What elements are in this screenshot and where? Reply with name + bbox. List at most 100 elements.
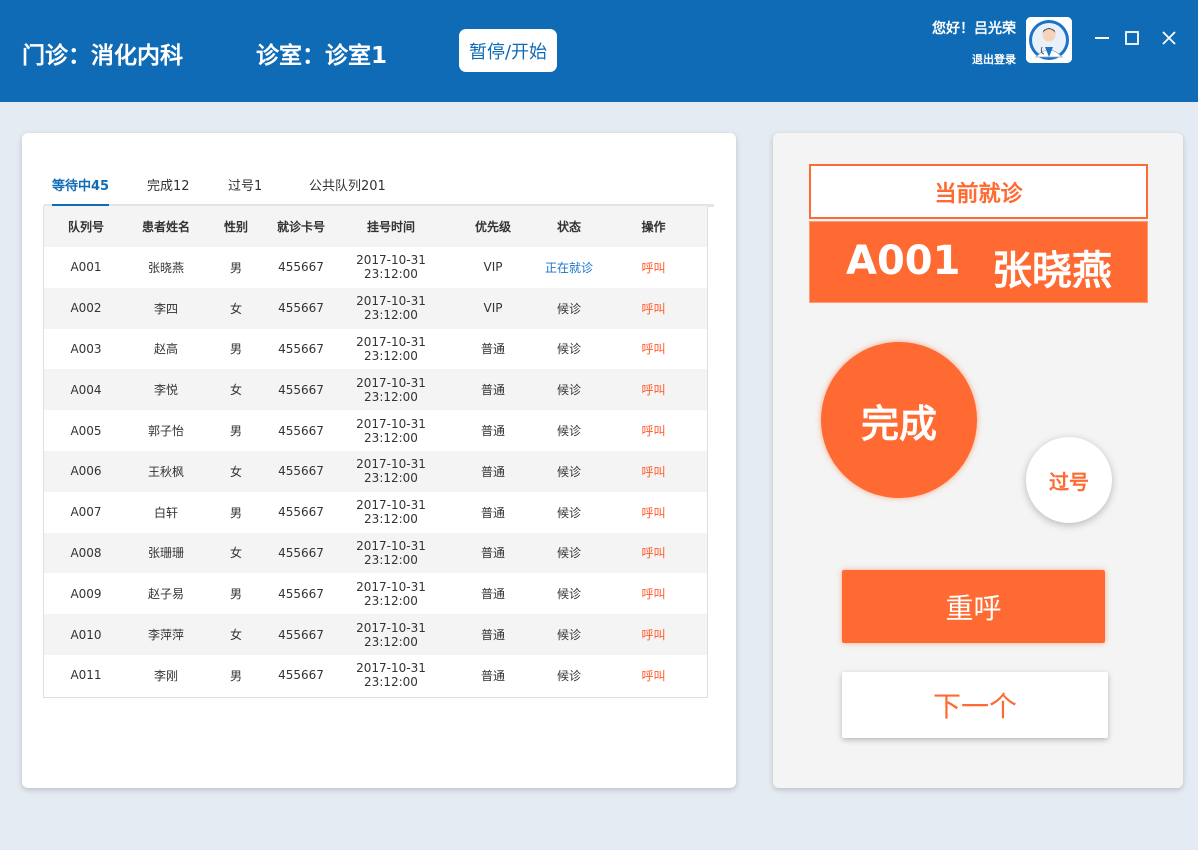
call-link[interactable]: 呼叫 <box>600 410 707 451</box>
cell-card-no: 455667 <box>278 341 324 356</box>
cell-priority: 普通 <box>480 464 505 479</box>
call-link[interactable]: 呼叫 <box>600 492 707 533</box>
cell-gender: 男 <box>229 260 242 275</box>
cell-card-no: 455667 <box>278 301 324 316</box>
cell-register-time: 2017-10-31 23:12:00 <box>356 498 426 527</box>
cell-priority: 普通 <box>480 546 505 561</box>
call-link[interactable]: 呼叫 <box>600 655 707 696</box>
cell-status: 候诊 <box>556 546 581 561</box>
cell-patient-name: 李悦 <box>153 383 178 398</box>
current-patient-name: 张晓燕 <box>992 248 1112 294</box>
cell-patient-name: 李萍萍 <box>147 628 184 643</box>
col-card-no: 就诊卡号 <box>276 220 325 234</box>
call-link[interactable]: 呼叫 <box>600 288 707 329</box>
cell-patient-name: 李刚 <box>153 668 178 683</box>
cell-patient-name: 张晓燕 <box>147 260 184 275</box>
call-link[interactable]: 呼叫 <box>600 614 707 655</box>
cell-register-time: 2017-10-31 23:12:00 <box>356 375 426 404</box>
cell-status: 候诊 <box>556 668 581 683</box>
cell-card-no: 455667 <box>278 423 324 438</box>
cell-queue-no: A004 <box>70 382 102 397</box>
table-row[interactable]: A008 张珊珊 女 455667 2017-10-31 23:12:00 普通 候诊 呼叫 <box>44 532 707 574</box>
cell-queue-no: A005 <box>70 423 102 438</box>
cell-queue-no: A006 <box>70 464 102 479</box>
table-row[interactable]: A001 张晓燕 男 455667 2017-10-31 23:12:00 VIP 正在就诊… <box>44 247 707 288</box>
cell-card-no: 455667 <box>278 505 324 520</box>
cell-patient-name: 郭子怡 <box>147 424 184 439</box>
cell-register-time: 2017-10-31 23:12:00 <box>356 620 426 649</box>
table-header-row: 队列号 患者姓名 性别 就诊卡号 挂号时间 优先级 状态 操作 <box>44 206 707 247</box>
cell-card-no: 455667 <box>278 627 324 642</box>
call-link[interactable]: 呼叫 <box>600 533 707 574</box>
table-row[interactable]: A007 白轩 男 455667 2017-10-31 23:12:00 普通 候诊 呼叫 <box>44 492 707 533</box>
cell-register-time: 2017-10-31 23:12:00 <box>356 294 426 323</box>
table-row[interactable]: A003 赵高 男 455667 2017-10-31 23:12:00 普通 候诊 呼叫 <box>44 329 707 370</box>
cell-patient-name: 李四 <box>153 301 178 316</box>
table-row[interactable]: A005 郭子怡 男 455667 2017-10-31 23:12:00 普通 候诊 呼叫 <box>44 410 707 451</box>
table-row[interactable]: A006 王秋枫 女 455667 2017-10-31 23:12:00 普通 候诊 呼叫 <box>44 450 707 492</box>
cell-priority: 普通 <box>480 628 505 643</box>
col-gender: 性别 <box>223 220 248 234</box>
cell-queue-no: A009 <box>70 586 102 601</box>
current-patient-box: A001 张晓燕 <box>809 221 1148 303</box>
col-action: 操作 <box>641 220 666 234</box>
tab-public-queue[interactable]: 公共队列201 <box>309 175 386 207</box>
call-link[interactable]: 呼叫 <box>600 247 707 288</box>
cell-queue-no: A011 <box>70 668 102 683</box>
maximize-icon[interactable] <box>1120 26 1144 50</box>
next-button[interactable]: 下一个 <box>842 672 1108 738</box>
cell-gender: 女 <box>229 301 242 316</box>
cell-register-time: 2017-10-31 23:12:00 <box>356 661 426 690</box>
recall-button[interactable]: 重呼 <box>842 570 1105 643</box>
queue-panel: 等待中45 完成12 过号1 公共队列201 队列号 患者姓名 性别 就诊卡号 … <box>22 133 736 788</box>
cell-card-no: 455667 <box>278 260 324 275</box>
cell-card-no: 455667 <box>278 545 324 560</box>
col-status: 状态 <box>556 220 581 234</box>
cell-queue-no: A003 <box>70 341 102 356</box>
cell-status: 候诊 <box>556 587 581 602</box>
cell-queue-no: A001 <box>70 260 102 275</box>
cell-register-time: 2017-10-31 23:12:00 <box>356 334 426 363</box>
cell-gender: 男 <box>229 424 242 439</box>
table-row[interactable]: A002 李四 女 455667 2017-10-31 23:12:00 VIP 候诊 呼叫 <box>44 287 707 329</box>
cell-card-no: 455667 <box>278 586 324 601</box>
pause-start-button[interactable]: 暂停/开始 <box>459 29 557 72</box>
call-link[interactable]: 呼叫 <box>600 329 707 370</box>
call-link[interactable]: 呼叫 <box>600 369 707 410</box>
cell-gender: 男 <box>229 587 242 602</box>
cell-register-time: 2017-10-31 23:12:00 <box>356 253 426 282</box>
skip-button[interactable]: 过号 <box>1026 437 1112 523</box>
cell-status: 候诊 <box>556 301 581 316</box>
tab-completed[interactable]: 完成12 <box>147 175 190 207</box>
table-row[interactable]: A004 李悦 女 455667 2017-10-31 23:12:00 普通 候诊 呼叫 <box>44 369 707 411</box>
cell-gender: 女 <box>229 464 242 479</box>
table-row[interactable]: A009 赵子易 男 455667 2017-10-31 23:12:00 普通 候诊 呼叫 <box>44 573 707 614</box>
cell-priority: 普通 <box>480 424 505 439</box>
cell-register-time: 2017-10-31 23:12:00 <box>356 416 426 445</box>
cell-gender: 男 <box>229 668 242 683</box>
cell-queue-no: A010 <box>70 627 102 642</box>
app-header: 门诊：消化内科 诊室：诊室1 暂停/开始 您好！吕光荣 退出登录 <box>0 0 1198 102</box>
close-icon[interactable] <box>1157 26 1181 50</box>
call-link[interactable]: 呼叫 <box>600 451 707 492</box>
table-row[interactable]: A010 李萍萍 女 455667 2017-10-31 23:12:00 普通 候诊 呼叫 <box>44 614 707 655</box>
minimize-icon[interactable] <box>1090 26 1114 50</box>
col-priority: 优先级 <box>474 220 511 234</box>
table-row[interactable]: A011 李刚 男 455667 2017-10-31 23:12:00 普通 候诊 呼叫 <box>44 655 707 696</box>
cell-priority: 普通 <box>480 383 505 398</box>
cell-queue-no: A007 <box>70 505 102 520</box>
cell-priority: 普通 <box>480 668 505 683</box>
cell-priority: VIP <box>483 260 503 275</box>
col-patient-name: 患者姓名 <box>141 220 190 234</box>
tab-waiting[interactable]: 等待中45 <box>52 175 110 207</box>
tab-skipped[interactable]: 过号1 <box>228 175 262 207</box>
cell-priority: VIP <box>483 301 503 316</box>
cell-status: 候诊 <box>556 424 581 439</box>
cell-patient-name: 白轩 <box>153 505 178 520</box>
col-register-time: 挂号时间 <box>366 220 415 234</box>
room-label: 诊室：诊室1 <box>256 43 388 69</box>
complete-button[interactable]: 完成 <box>821 342 977 498</box>
logout-link[interactable]: 退出登录 <box>972 51 1016 67</box>
doctor-avatar[interactable] <box>1026 17 1072 63</box>
call-link[interactable]: 呼叫 <box>600 573 707 614</box>
